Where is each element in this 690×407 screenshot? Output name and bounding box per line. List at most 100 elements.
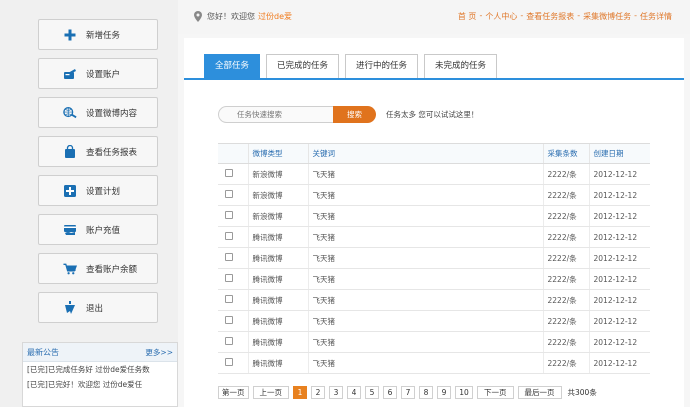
table-row[interactable]: 新浪微博 飞天猪 2222/条 2012-12-12 [218,163,650,185]
menu-task-report-button[interactable]: 查看任务报表 [38,136,158,167]
pagination: 第一页 上一页 1 2 3 4 5 6 7 8 9 10 下一页 最后一页 共3… [218,386,597,399]
menu-label: 查看账户余额 [86,264,138,275]
header-keyword: 关键词 [307,143,543,164]
cell-keyword: 飞天猪 [307,163,543,185]
page-button[interactable]: 7 [401,386,415,399]
tab-underline [184,78,684,80]
cell-keyword: 飞天猪 [307,310,543,332]
page-button[interactable]: 3 [329,386,343,399]
menu-new-task-button[interactable]: 新增任务 [38,19,158,50]
table-row[interactable]: 腾讯微博 飞天猪 2222/条 2012-12-12 [218,226,650,248]
menu-set-account-button[interactable]: 设置账户 [38,58,158,89]
breadcrumb-task-detail[interactable]: 任务详情 [640,11,672,22]
menu-label: 账户充值 [86,225,121,236]
search-input[interactable] [218,106,333,123]
row-checkbox[interactable] [225,295,233,303]
cell-keyword: 飞天猪 [307,184,543,206]
cell-date: 2012-12-12 [588,184,650,206]
page-button[interactable]: 5 [365,386,379,399]
page-button[interactable]: 9 [437,386,451,399]
task-table: 微博类型 关键词 采集条数 创建日期 新浪微博 飞天猪 2222/条 2012-12-… [218,143,650,374]
cell-weibo-type: 新浪微博 [247,205,308,227]
cell-keyword: 飞天猪 [307,205,543,227]
cell-weibo-type: 新浪微博 [247,184,308,206]
tab-in-progress-tasks[interactable]: 进行中的任务 [345,54,419,78]
next-page-button[interactable]: 下一页 [477,386,514,399]
row-checkbox[interactable] [225,358,233,366]
menu-weibo-content-button[interactable]: 设置微博内容 [38,97,158,128]
menu-set-plan-button[interactable]: 设置计划 [38,175,158,206]
cell-count: 2222/条 [542,331,589,353]
cell-date: 2012-12-12 [588,310,650,332]
notice-item[interactable]: [已完]已完好！欢迎您 过份de爱任 [23,377,177,392]
recharge-card-icon [63,223,77,237]
menu-recharge-button[interactable]: 账户充值 [38,214,158,245]
cell-date: 2012-12-12 [588,352,650,374]
cell-date: 2012-12-12 [588,226,650,248]
row-select-cell [218,184,248,206]
notice-more-link[interactable]: 更多>> [145,347,173,358]
menu-balance-button[interactable]: 查看账户余额 [38,253,158,284]
table-row[interactable]: 新浪微博 飞天猪 2222/条 2012-12-12 [218,205,650,227]
table-row[interactable]: 腾讯微博 飞天猪 2222/条 2012-12-12 [218,352,650,374]
breadcrumb-separator: - [479,11,483,20]
tab-unfinished-tasks[interactable]: 未完成的任务 [424,54,498,78]
total-count: 共300条 [567,388,597,397]
page-button[interactable]: 2 [311,386,325,399]
menu-label: 查看任务报表 [86,147,138,158]
table-row[interactable]: 新浪微博 飞天猪 2222/条 2012-12-12 [218,184,650,206]
cell-keyword: 飞天猪 [307,331,543,353]
username-link[interactable]: 过份de爱 [258,11,292,22]
first-page-button[interactable]: 第一页 [218,386,249,399]
table-row[interactable]: 腾讯微博 飞天猪 2222/条 2012-12-12 [218,289,650,311]
page-button[interactable]: 4 [347,386,361,399]
table-row[interactable]: 腾讯微博 飞天猪 2222/条 2012-12-12 [218,268,650,290]
sidebar: 新增任务 设置账户 设置微博内容 查看任务报表 设置计划 账户充值 查看账户余额… [0,0,178,407]
row-checkbox[interactable] [225,190,233,198]
table-header-row: 微博类型 关键词 采集条数 创建日期 [218,143,650,164]
cell-weibo-type: 腾讯微博 [247,226,308,248]
tab-completed-tasks[interactable]: 已完成的任务 [266,54,340,78]
last-page-button[interactable]: 最后一页 [517,386,562,399]
page-button[interactable]: 8 [419,386,433,399]
row-checkbox[interactable] [225,169,233,177]
cell-count: 2222/条 [542,184,589,206]
breadcrumb-weibo-task[interactable]: 采集微博任务 [583,11,631,22]
page-button[interactable]: 6 [383,386,397,399]
row-select-cell [218,310,248,332]
tab-all-tasks[interactable]: 全部任务 [204,54,261,78]
prev-page-button[interactable]: 上一页 [252,386,289,399]
menu-exit-button[interactable]: 退出 [38,292,158,323]
table-row[interactable]: 腾讯微博 飞天猪 2222/条 2012-12-12 [218,247,650,269]
table-row[interactable]: 腾讯微博 飞天猪 2222/条 2012-12-12 [218,310,650,332]
row-checkbox[interactable] [225,274,233,282]
page-button-current[interactable]: 1 [293,386,307,399]
content-panel: 全部任务 已完成的任务 进行中的任务 未完成的任务 搜索 任务太多 您可以试试这… [184,38,684,407]
search-bar: 搜索 任务太多 您可以试试这里！ [218,106,478,123]
cell-date: 2012-12-12 [588,247,650,269]
table-row[interactable]: 腾讯微博 飞天猪 2222/条 2012-12-12 [218,331,650,353]
notice-header: 最新公告 更多>> [23,343,177,362]
row-checkbox[interactable] [225,211,233,219]
cell-date: 2012-12-12 [588,268,650,290]
search-button[interactable]: 搜索 [333,106,376,123]
cell-count: 2222/条 [542,352,589,374]
row-checkbox[interactable] [225,253,233,261]
breadcrumb-home[interactable]: 首 页 [458,11,477,22]
row-checkbox[interactable] [225,232,233,240]
cell-weibo-type: 腾讯微博 [247,268,308,290]
menu-label: 设置账户 [86,69,121,80]
plus-icon [63,28,77,42]
row-checkbox[interactable] [225,337,233,345]
breadcrumb-user-center[interactable]: 个人中心 [485,11,517,22]
row-select-cell [218,205,248,227]
page-button[interactable]: 10 [455,386,473,399]
location-pin-icon [194,11,202,22]
notice-item[interactable]: [已完]已完成任务好 过份de爱任务数 [23,362,177,377]
breadcrumb-task-report[interactable]: 查看任务报表 [526,11,574,22]
row-checkbox[interactable] [225,316,233,324]
account-card-icon [63,67,77,81]
menu-label: 新增任务 [86,30,121,41]
cell-keyword: 飞天猪 [307,247,543,269]
cell-date: 2012-12-12 [588,331,650,353]
